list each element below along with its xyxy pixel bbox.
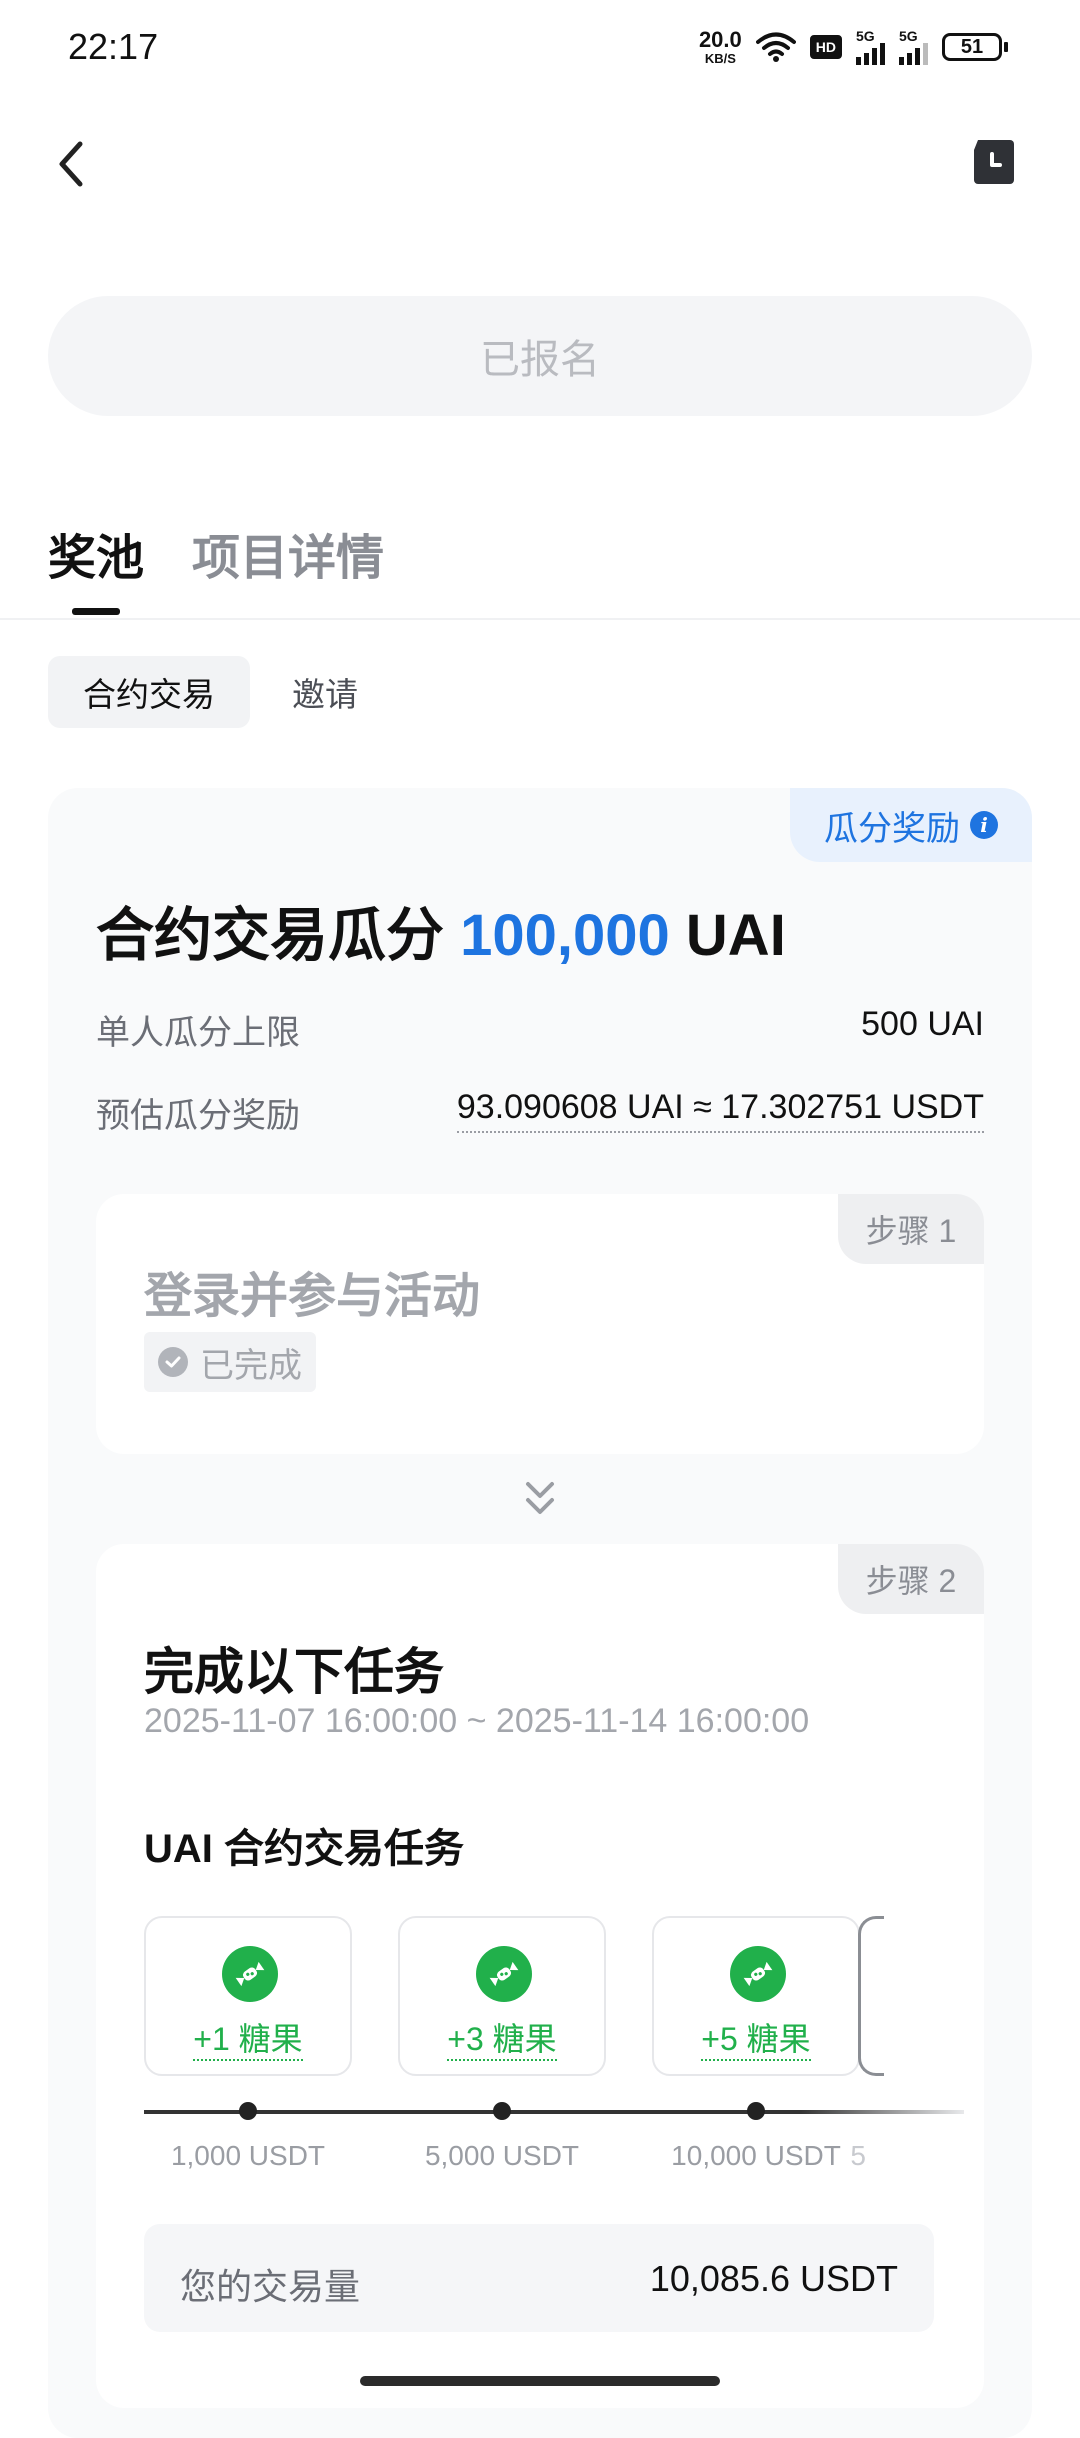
hd-icon: HD <box>809 35 842 59</box>
progress-node-3 <box>747 2102 765 2120</box>
info-icon: i <box>970 811 998 839</box>
trading-volume-box: 您的交易量 10,085.6 USDT <box>144 2224 934 2332</box>
battery-icon: 51 <box>942 33 1008 61</box>
trading-volume-value: 10,085.6 USDT <box>649 2258 898 2299</box>
step-2-tag: 步骤 2 <box>838 1544 984 1614</box>
network-speed: 20.0 KB/S <box>698 27 742 66</box>
candy-icon <box>476 1946 532 2002</box>
double-chevron-down-icon <box>520 1476 560 1524</box>
cap-label: 单人瓜分上限 <box>96 1014 300 1052</box>
candy-icon <box>730 1946 786 2002</box>
signed-up-button[interactable]: 已报名 <box>48 296 1032 416</box>
estimated-reward-value[interactable]: 93.090608 UAI ≈ 17.302751 USDT <box>456 1088 984 1133</box>
chevron-left-icon <box>59 141 83 187</box>
back-button[interactable] <box>50 138 94 190</box>
tab-active-indicator <box>72 608 120 615</box>
divider <box>0 618 1080 620</box>
reward-tier-1[interactable]: +1 糖果 <box>144 1916 352 2076</box>
home-indicator[interactable] <box>360 2376 720 2386</box>
wifi-icon <box>755 32 796 62</box>
status-icons: 20.0 KB/S HD 5G 5G 51 <box>699 24 1008 70</box>
tier-2-threshold: 5,000 USDT <box>424 2140 580 2171</box>
history-icon <box>974 140 1014 184</box>
history-button[interactable] <box>970 136 1018 188</box>
cap-value: 500 UAI <box>861 1005 984 1043</box>
status-time: 22:17 <box>68 26 159 67</box>
subtab-invite[interactable]: 邀请 <box>292 656 358 728</box>
task-time-range: 2025-11-07 16:00:00 ~ 2025-11-14 16:00:0… <box>144 1702 810 1740</box>
progress-track <box>144 2110 964 2114</box>
trading-volume-label: 您的交易量 <box>180 2266 361 2307</box>
progress-node-2 <box>493 2102 511 2120</box>
prize-amount: 100,000 <box>460 903 670 968</box>
reward-tier-3[interactable]: +5 糖果 <box>652 1916 860 2076</box>
step-2-title: 完成以下任务 <box>144 1644 444 1700</box>
reward-tier-2[interactable]: +3 糖果 <box>398 1916 606 2076</box>
subtab-futures-trading[interactable]: 合约交易 <box>48 656 250 728</box>
split-reward-badge[interactable]: 瓜分奖励 i <box>790 788 1032 862</box>
candy-icon <box>222 1946 278 2002</box>
tab-project-details[interactable]: 项目详情 <box>192 518 384 588</box>
progress-node-1 <box>239 2102 257 2120</box>
estimated-reward-label: 预估瓜分奖励 <box>96 1097 300 1135</box>
check-circle-icon <box>158 1347 188 1377</box>
tier-3-reward: +5 糖果 <box>701 2021 811 2061</box>
card-title: 合约交易瓜分 100,000 UAI <box>96 903 786 968</box>
tier-1-threshold: 1,000 USDT <box>170 2140 326 2171</box>
tab-prize-pool[interactable]: 奖池 <box>48 518 144 588</box>
task-section-title: UAI 合约交易任务 <box>144 1827 464 1871</box>
step-1-tag: 步骤 1 <box>838 1194 984 1264</box>
completed-badge: 已完成 <box>144 1332 316 1392</box>
reward-tier-4-partial[interactable] <box>858 1916 884 2076</box>
step-1-title: 登录并参与活动 <box>144 1270 481 1323</box>
tier-2-reward: +3 糖果 <box>447 2021 557 2061</box>
step-1-card: 步骤 1 登录并参与活动 已完成 <box>96 1194 984 1454</box>
tier-1-reward: +1 糖果 <box>193 2021 303 2061</box>
step-2-card: 步骤 2 完成以下任务 2025-11-07 16:00:00 ~ 2025-1… <box>96 1544 984 2408</box>
tier-4-threshold: 5 <box>850 2140 866 2171</box>
signal-sim1-icon: 5G <box>856 29 885 65</box>
signal-sim2-icon: 5G <box>899 29 928 65</box>
